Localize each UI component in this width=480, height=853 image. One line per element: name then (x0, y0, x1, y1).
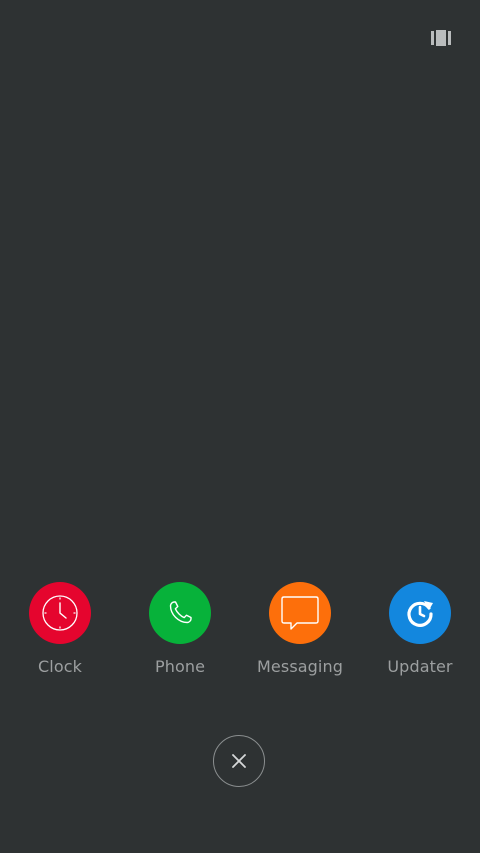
close-button[interactable] (213, 735, 265, 787)
messaging-label: Messaging (257, 657, 343, 676)
updater-app-button[interactable] (389, 582, 451, 644)
close-icon (232, 754, 246, 768)
updater-label: Updater (387, 657, 453, 676)
recent-apps-screen: Clock Phone Messaging Updater (0, 0, 480, 853)
recents-icon[interactable] (431, 30, 451, 46)
phone-icon (169, 601, 192, 624)
messaging-app-button[interactable] (269, 582, 331, 644)
clock-icon (42, 595, 78, 631)
message-icon (281, 596, 319, 630)
app-phone[interactable]: Phone (120, 582, 240, 676)
phone-label: Phone (154, 657, 206, 676)
clock-label: Clock (38, 657, 82, 676)
update-icon (407, 601, 433, 627)
phone-app-button[interactable] (149, 582, 211, 644)
app-shortcut-row: Clock Phone Messaging Updater (0, 582, 480, 682)
app-updater[interactable]: Updater (360, 582, 480, 676)
app-messaging[interactable]: Messaging (240, 582, 360, 676)
clock-app-button[interactable] (29, 582, 91, 644)
app-clock[interactable]: Clock (0, 582, 120, 676)
